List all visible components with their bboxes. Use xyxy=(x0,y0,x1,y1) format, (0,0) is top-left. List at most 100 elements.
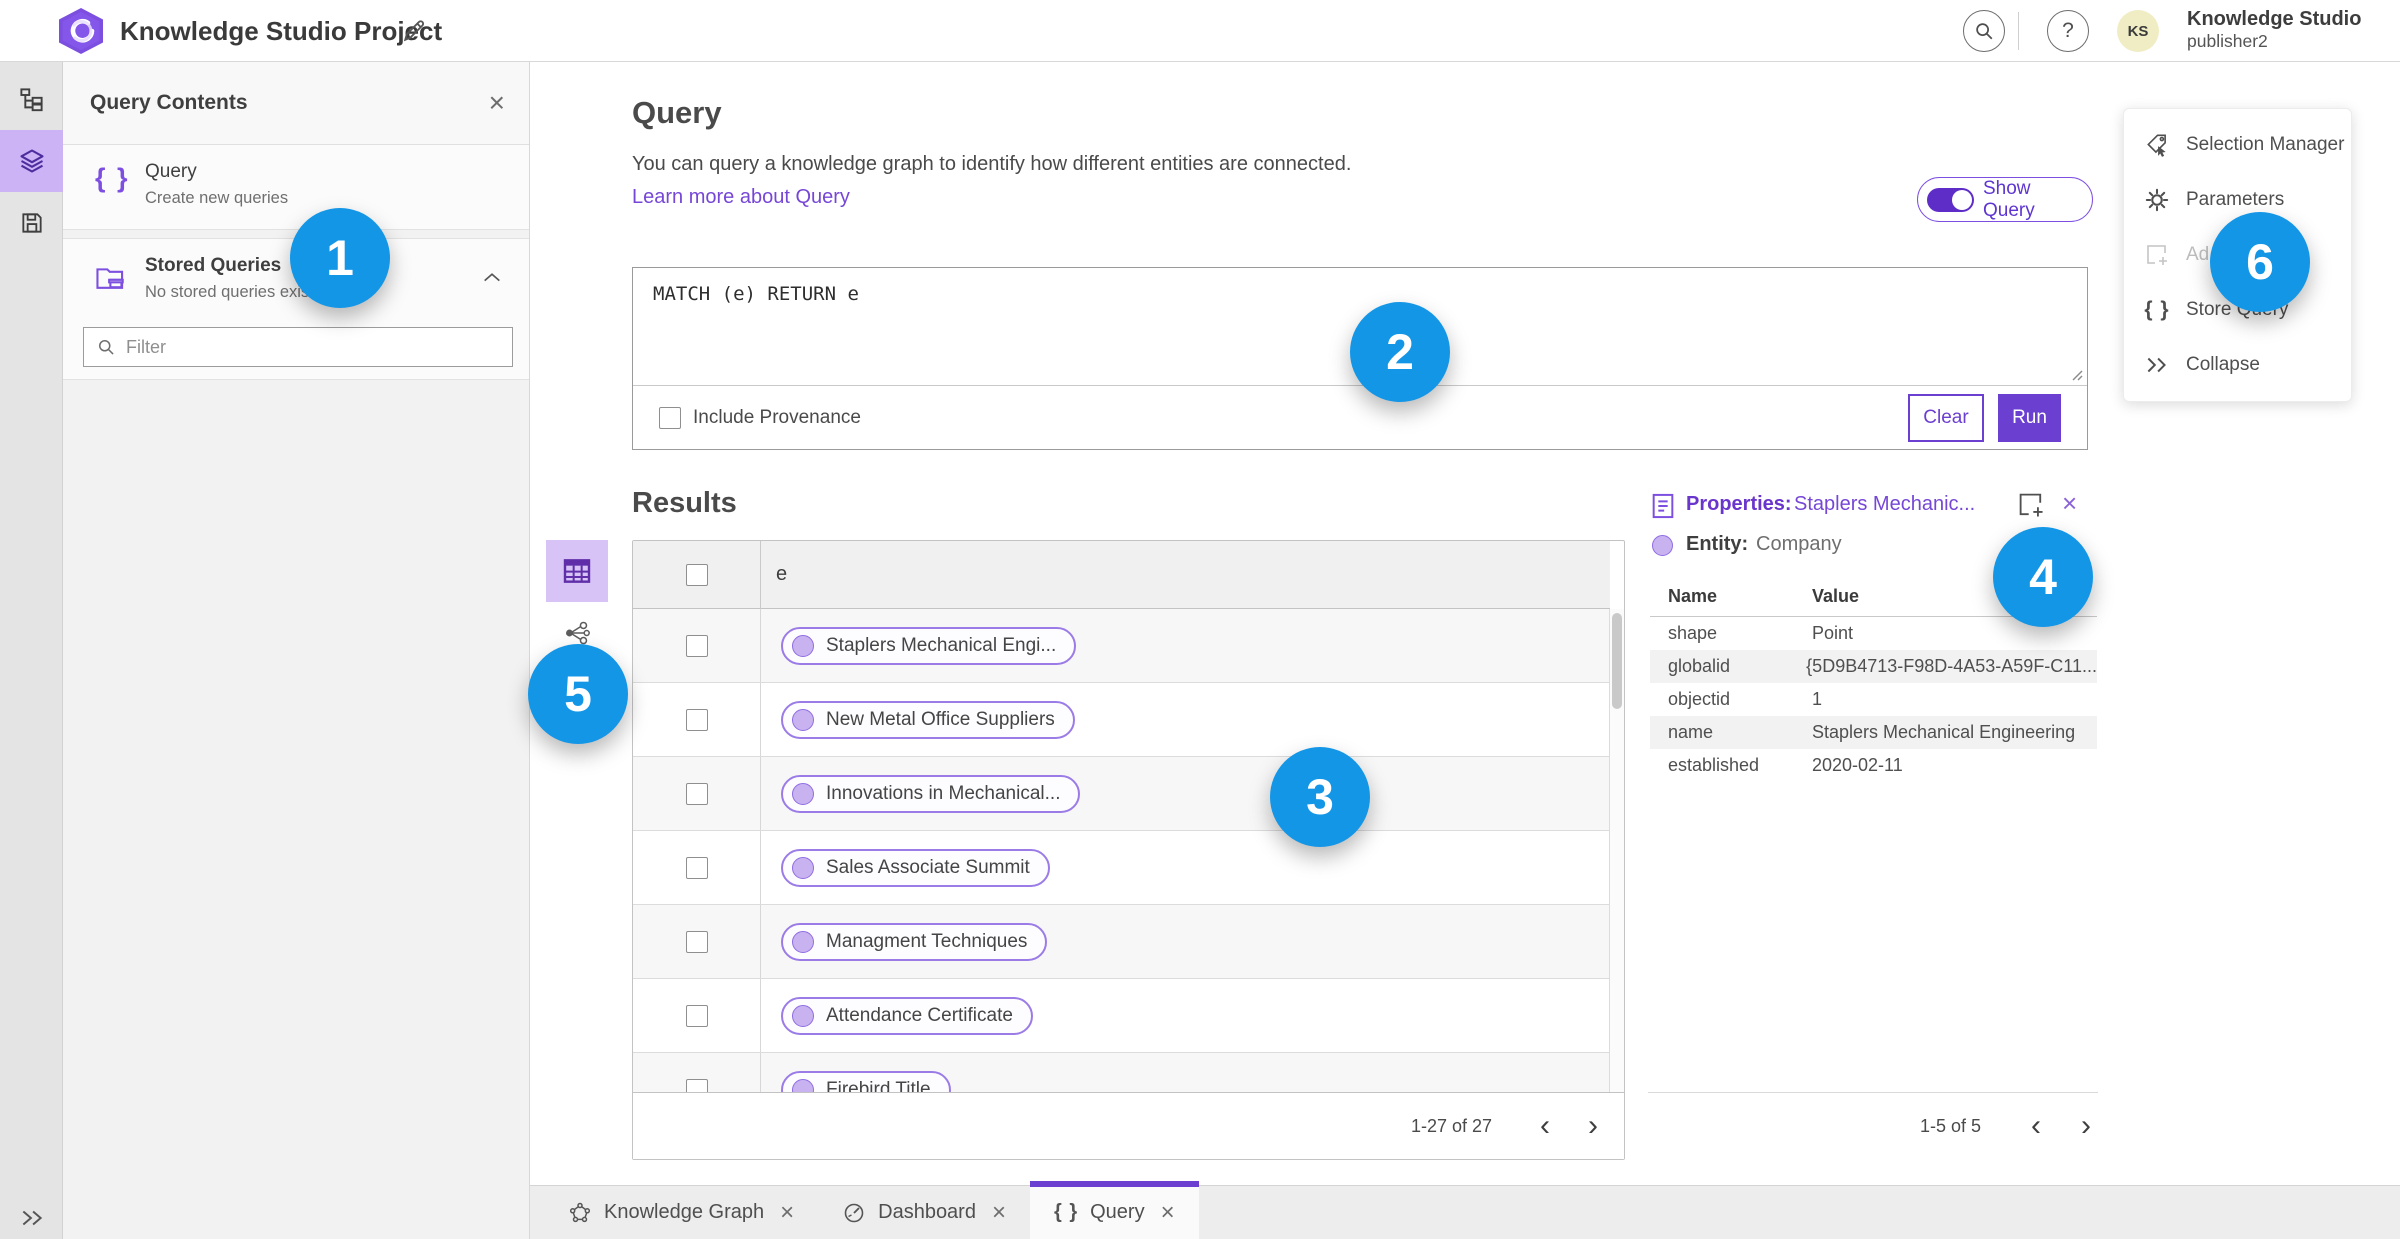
tab-knowledge-graph[interactable]: Knowledge Graph × xyxy=(544,1186,818,1239)
expand-rail-button[interactable] xyxy=(0,1207,63,1229)
app-root: Knowledge Studio Project ? KS Knowledge … xyxy=(0,0,2400,1239)
row-checkbox[interactable] xyxy=(685,634,708,657)
add-to-new-icon[interactable] xyxy=(2016,490,2046,520)
panel-header: Query Contents × xyxy=(63,62,529,145)
learn-more-link[interactable]: Learn more about Query xyxy=(632,186,850,209)
table-row[interactable]: Firebird Title xyxy=(633,1053,1610,1094)
stored-queries-filter[interactable] xyxy=(83,327,513,367)
results-table-header: e xyxy=(633,541,1610,609)
entity-dot-icon xyxy=(792,930,814,953)
braces-icon: { } xyxy=(1053,1201,1079,1223)
tab-close-icon[interactable]: × xyxy=(992,1200,1006,1225)
run-button[interactable]: Run xyxy=(1998,393,2061,442)
help-button[interactable]: ? xyxy=(2047,10,2089,52)
avatar[interactable]: KS xyxy=(2117,10,2159,52)
results-pagination: 1-27 of 27 ‹ › xyxy=(633,1092,1624,1159)
entity-dot-icon xyxy=(792,708,814,731)
menu-item-selection-manager[interactable]: Selection Manager xyxy=(2124,118,2351,172)
properties-heading: Properties: xyxy=(1686,493,1792,515)
table-row[interactable]: objectid 1 xyxy=(1650,683,2097,716)
table-row[interactable]: Attendance Certificate xyxy=(633,979,1610,1053)
toggle-switch[interactable] xyxy=(1927,187,1974,212)
table-row[interactable]: name Staplers Mechanical Engineering xyxy=(1650,716,2097,749)
row-checkbox[interactable] xyxy=(685,930,708,953)
pagination-prev-icon[interactable]: ‹ xyxy=(1534,1111,1556,1141)
sidebar-item-title: Stored Queries xyxy=(145,255,282,276)
sidebar-item-title: Query xyxy=(145,161,197,182)
table-row[interactable]: Innovations in Mechanical... xyxy=(633,757,1610,831)
entity-pill[interactable]: Firebird Title xyxy=(781,1070,951,1094)
entity-dot-icon xyxy=(792,1004,814,1027)
collapse-section-icon[interactable] xyxy=(481,269,503,285)
pagination-prev-icon[interactable]: ‹ xyxy=(2025,1111,2047,1141)
double-chevron-right-icon xyxy=(2147,358,2166,373)
column-header-e: e xyxy=(776,563,788,585)
annotation-badge-6: 6 xyxy=(2210,212,2310,312)
braces-icon: { } xyxy=(95,163,130,193)
tab-close-icon[interactable]: × xyxy=(780,1200,794,1225)
pagination-range: 1-27 of 27 xyxy=(1410,1115,1492,1136)
table-row[interactable]: Managment Techniques xyxy=(633,905,1610,979)
entity-pill[interactable]: Attendance Certificate xyxy=(781,996,1033,1035)
query-description: You can query a knowledge graph to ident… xyxy=(632,153,1352,175)
gear-icon xyxy=(2145,188,2169,211)
properties-entity-link[interactable]: Staplers Mechanic... xyxy=(1794,493,1975,516)
search-button[interactable] xyxy=(1963,10,2005,52)
pagination-range: 1-5 of 5 xyxy=(1919,1115,1981,1136)
menu-item-collapse[interactable]: Collapse xyxy=(2124,338,2351,392)
tab-close-icon[interactable]: × xyxy=(1161,1200,1175,1225)
entity-pill[interactable]: Sales Associate Summit xyxy=(781,848,1050,887)
close-panel-icon[interactable]: × xyxy=(489,89,505,117)
table-row[interactable]: globalid {5D9B4713-F98D-4A53-A59F-C11... xyxy=(1650,650,2097,683)
link-chart-icon xyxy=(566,621,590,645)
tab-query[interactable]: { } Query × xyxy=(1029,1181,1199,1239)
rail-layers-button[interactable] xyxy=(0,130,63,192)
select-all-checkbox[interactable] xyxy=(685,564,708,586)
annotation-badge-1: 1 xyxy=(290,208,390,308)
column-header-name: Name xyxy=(1668,586,1718,606)
row-checkbox[interactable] xyxy=(685,708,708,731)
pagination-next-icon[interactable]: › xyxy=(1582,1111,1604,1141)
filter-input[interactable] xyxy=(126,336,500,358)
resize-handle-icon[interactable] xyxy=(2071,369,2084,382)
user-info[interactable]: Knowledge Studio publisher2 xyxy=(2187,8,2361,51)
properties-header: Properties: Staplers Mechanic... × xyxy=(1650,490,2097,524)
layers-icon xyxy=(19,149,44,173)
rail-hierarchy-button[interactable] xyxy=(0,68,63,130)
table-row[interactable]: New Metal Office Suppliers xyxy=(633,683,1610,757)
rail-save-button[interactable] xyxy=(0,192,63,254)
table-view-button[interactable] xyxy=(546,540,608,602)
row-checkbox[interactable] xyxy=(685,782,708,805)
results-scrollbar[interactable] xyxy=(1609,609,1624,1094)
tab-dashboard[interactable]: Dashboard × xyxy=(818,1186,1030,1239)
entity-pill[interactable]: Managment Techniques xyxy=(781,922,1048,961)
entity-pill[interactable]: Staplers Mechanical Engi... xyxy=(781,626,1077,665)
entity-pill[interactable]: New Metal Office Suppliers xyxy=(781,700,1075,739)
close-properties-icon[interactable]: × xyxy=(2062,490,2077,516)
table-row[interactable]: Sales Associate Summit xyxy=(633,831,1610,905)
include-provenance-checkbox[interactable] xyxy=(659,406,681,429)
selection-manager-icon xyxy=(2147,134,2166,157)
app-header: Knowledge Studio Project ? KS Knowledge … xyxy=(0,0,2400,62)
sidebar-item-query[interactable]: { } Query Create new queries xyxy=(63,145,529,230)
row-checkbox[interactable] xyxy=(685,856,708,879)
hierarchy-icon xyxy=(20,87,43,111)
scrollbar-thumb[interactable] xyxy=(1612,613,1622,709)
pagination-next-icon[interactable]: › xyxy=(2075,1111,2097,1141)
sidebar-item-subtitle: Create new queries xyxy=(145,189,289,207)
annotation-badge-5: 5 xyxy=(528,644,628,744)
table-row[interactable]: Staplers Mechanical Engi... xyxy=(633,609,1610,683)
page-title: Knowledge Studio Project xyxy=(120,16,443,46)
edit-title-icon[interactable] xyxy=(400,17,428,45)
annotation-badge-4: 4 xyxy=(1993,527,2093,627)
table-row[interactable]: established 2020-02-11 xyxy=(1650,749,2097,782)
question-icon: ? xyxy=(2062,19,2074,42)
entity-pill[interactable]: Innovations in Mechanical... xyxy=(781,774,1081,813)
left-icon-rail xyxy=(0,62,63,1239)
clear-button[interactable]: Clear xyxy=(1908,393,1984,442)
show-query-toggle[interactable]: Show Query xyxy=(1917,177,2093,222)
save-icon xyxy=(21,213,42,233)
dashboard-gauge-icon xyxy=(844,1203,864,1222)
row-checkbox[interactable] xyxy=(685,1004,708,1027)
entity-type: Company xyxy=(1756,533,1842,555)
